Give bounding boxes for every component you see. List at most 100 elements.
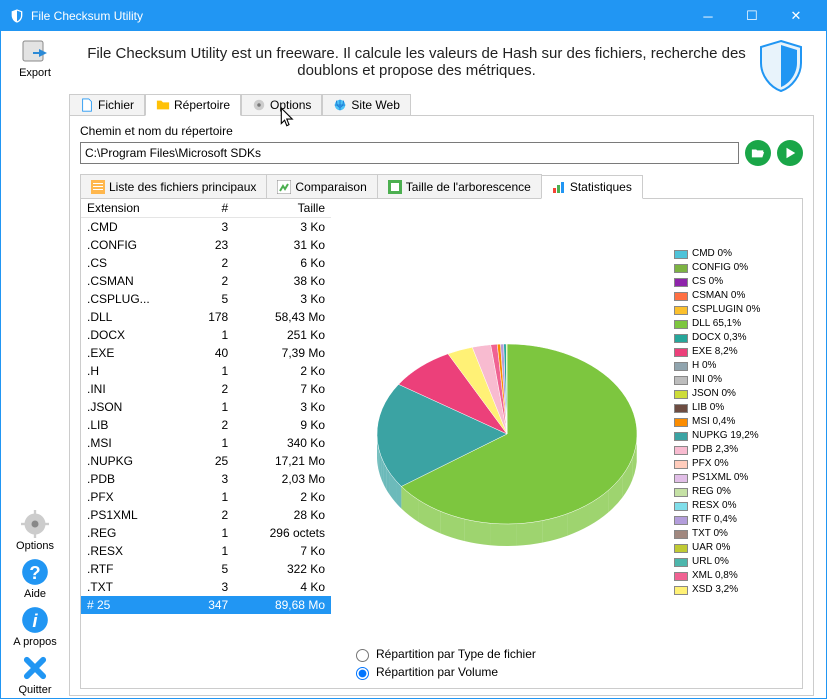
- minimize-button[interactable]: ─: [686, 1, 730, 31]
- table-row[interactable]: .RTF5322 Ko: [81, 560, 331, 578]
- tab-file[interactable]: Fichier: [69, 94, 145, 116]
- subtab-tree-size[interactable]: Taille de l'arborescence: [377, 174, 542, 198]
- table-row[interactable]: .PFX12 Ko: [81, 488, 331, 506]
- table-row[interactable]: .DOCX1251 Ko: [81, 326, 331, 344]
- table-row[interactable]: .MSI1340 Ko: [81, 434, 331, 452]
- file-icon: [80, 98, 94, 112]
- close-button[interactable]: ✕: [774, 1, 818, 31]
- table-row[interactable]: .PS1XML228 Ko: [81, 506, 331, 524]
- table-row[interactable]: .H12 Ko: [81, 362, 331, 380]
- table-row[interactable]: .TXT34 Ko: [81, 578, 331, 596]
- chart-legend: CMD 0%CONFIG 0%CS 0%CSMAN 0%CSPLUGIN 0%D…: [674, 207, 794, 680]
- window-title: File Checksum Utility: [31, 9, 686, 23]
- legend-item: PS1XML 0%: [674, 471, 794, 485]
- top-tab-bar: Fichier Répertoire Options Site Web: [69, 91, 814, 115]
- table-total-row: # 25 347 89,68 Mo: [81, 596, 331, 614]
- table-row[interactable]: .RESX17 Ko: [81, 542, 331, 560]
- svg-text:?: ?: [29, 562, 40, 583]
- repartition-radios: Répartition par Type de fichier Répartit…: [351, 644, 536, 682]
- legend-item: NUPKG 19,2%: [674, 429, 794, 443]
- legend-item: EXE 8,2%: [674, 345, 794, 359]
- globe-icon: [333, 98, 347, 112]
- help-icon: ?: [19, 556, 51, 588]
- col-extension[interactable]: Extension: [81, 199, 188, 218]
- legend-item: H 0%: [674, 359, 794, 373]
- table-row[interactable]: .CSPLUG...53 Ko: [81, 290, 331, 308]
- table-row[interactable]: .CONFIG2331 Ko: [81, 236, 331, 254]
- sidebar-quit[interactable]: Quitter: [18, 652, 51, 696]
- path-label: Chemin et nom du répertoire: [80, 124, 803, 138]
- list-icon: [91, 180, 105, 194]
- path-input[interactable]: [80, 142, 739, 164]
- tab-directory[interactable]: Répertoire: [145, 94, 241, 116]
- tree-icon: [388, 180, 402, 194]
- legend-item: MSI 0,4%: [674, 415, 794, 429]
- table-row[interactable]: .CS26 Ko: [81, 254, 331, 272]
- legend-item: DOCX 0,3%: [674, 331, 794, 345]
- sidebar-options[interactable]: Options: [16, 508, 54, 552]
- stats-icon: [552, 180, 566, 194]
- gear-icon: [19, 508, 51, 540]
- table-row[interactable]: .EXE407,39 Mo: [81, 344, 331, 362]
- table-row[interactable]: .REG1296 octets: [81, 524, 331, 542]
- subtab-statistics[interactable]: Statistiques: [541, 175, 643, 199]
- table-row[interactable]: .PDB32,03 Mo: [81, 470, 331, 488]
- legend-item: URL 0%: [674, 555, 794, 569]
- legend-item: INI 0%: [674, 373, 794, 387]
- extension-table[interactable]: Extension # Taille .CMD33 Ko.CONFIG2331 …: [81, 199, 331, 688]
- subtab-compare[interactable]: Comparaison: [266, 174, 377, 198]
- legend-item: JSON 0%: [674, 387, 794, 401]
- directory-panel: Chemin et nom du répertoire Liste des fi…: [69, 115, 814, 696]
- legend-item: PFX 0%: [674, 457, 794, 471]
- legend-item: XML 0,8%: [674, 569, 794, 583]
- legend-item: UAR 0%: [674, 541, 794, 555]
- title-bar: File Checksum Utility ─ ☐ ✕: [1, 1, 826, 31]
- radio-by-volume[interactable]: Répartition par Volume: [351, 664, 536, 680]
- sidebar-export[interactable]: Export: [19, 35, 51, 79]
- table-row[interactable]: .LIB29 Ko: [81, 416, 331, 434]
- legend-item: CSMAN 0%: [674, 289, 794, 303]
- legend-item: RESX 0%: [674, 499, 794, 513]
- quit-icon: [19, 652, 51, 684]
- legend-item: DLL 65,1%: [674, 317, 794, 331]
- legend-item: REG 0%: [674, 485, 794, 499]
- sidebar: Export Options ? Aide i A propos Quitter: [1, 31, 69, 700]
- col-count[interactable]: #: [188, 199, 234, 218]
- sub-tab-bar: Liste des fichiers principaux Comparaiso…: [80, 174, 803, 198]
- compare-icon: [277, 180, 291, 194]
- maximize-button[interactable]: ☐: [730, 1, 774, 31]
- browse-button[interactable]: [745, 140, 771, 166]
- sidebar-help[interactable]: ? Aide: [19, 556, 51, 600]
- sidebar-help-label: Aide: [24, 588, 46, 600]
- info-icon: i: [19, 604, 51, 636]
- subtab-file-list[interactable]: Liste des fichiers principaux: [80, 174, 267, 198]
- tab-site-web[interactable]: Site Web: [322, 94, 410, 116]
- table-row[interactable]: .NUPKG2517,21 Mo: [81, 452, 331, 470]
- table-row[interactable]: .JSON13 Ko: [81, 398, 331, 416]
- table-row[interactable]: .DLL17858,43 Mo: [81, 308, 331, 326]
- table-row[interactable]: .INI27 Ko: [81, 380, 331, 398]
- shield-logo-icon: [756, 39, 806, 99]
- legend-item: CONFIG 0%: [674, 261, 794, 275]
- col-size[interactable]: Taille: [234, 199, 331, 218]
- legend-item: LIB 0%: [674, 401, 794, 415]
- legend-item: PDB 2,3%: [674, 443, 794, 457]
- folder-icon: [156, 98, 170, 112]
- export-icon: [19, 35, 51, 67]
- legend-item: CSPLUGIN 0%: [674, 303, 794, 317]
- sidebar-options-label: Options: [16, 540, 54, 552]
- sidebar-about[interactable]: i A propos: [13, 604, 56, 648]
- table-row[interactable]: .CMD33 Ko: [81, 218, 331, 237]
- folder-open-icon: [751, 146, 765, 160]
- tab-options[interactable]: Options: [241, 94, 322, 116]
- statistics-panel: Extension # Taille .CMD33 Ko.CONFIG2331 …: [80, 198, 803, 689]
- svg-text:i: i: [32, 610, 38, 631]
- radio-by-type[interactable]: Répartition par Type de fichier: [351, 646, 536, 662]
- pie-chart: [339, 207, 674, 680]
- legend-item: CS 0%: [674, 275, 794, 289]
- legend-item: XSD 3,2%: [674, 583, 794, 597]
- run-button[interactable]: [777, 140, 803, 166]
- heading: File Checksum Utility est un freeware. I…: [69, 39, 814, 85]
- sidebar-quit-label: Quitter: [18, 684, 51, 696]
- table-row[interactable]: .CSMAN238 Ko: [81, 272, 331, 290]
